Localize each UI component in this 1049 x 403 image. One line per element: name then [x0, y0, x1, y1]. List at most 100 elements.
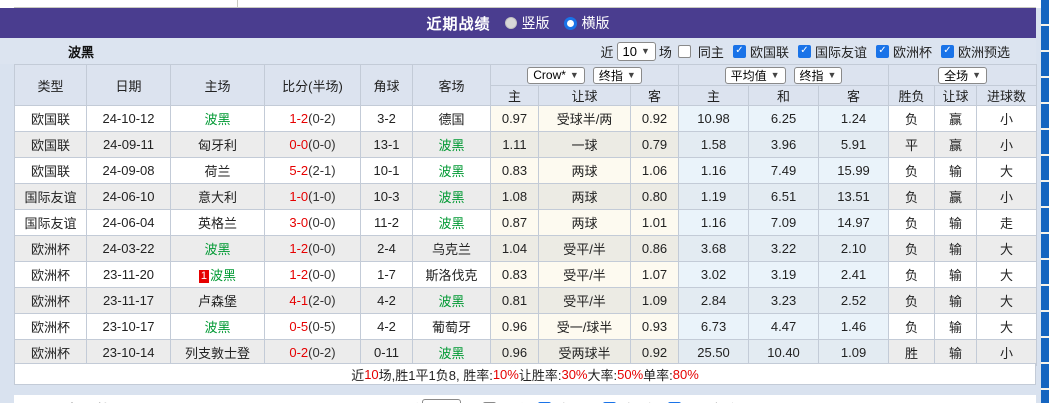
competition-label: 欧洲预选 [958, 42, 1010, 61]
subheader-avg-draw: 和 [749, 86, 819, 106]
cell-date: 23-11-17 [87, 288, 171, 314]
competition-checkbox-euroqual[interactable]: ✓ [941, 45, 954, 58]
match-count-select[interactable]: 10 ▼ [422, 399, 461, 403]
table-row: 欧国联 24-09-11 匈牙利 0-0(0-0) 13-1 波黑 1.11 一… [15, 132, 1037, 158]
header-score: 比分(半场) [265, 65, 361, 106]
competition-label: 欧洲杯 [620, 399, 659, 403]
match-count-select[interactable]: 10 ▼ [617, 42, 656, 61]
cell-score: 1-2(0-0) [265, 262, 361, 288]
cell-type: 欧洲杯 [15, 340, 87, 366]
scope-select[interactable]: 全场 ▼ [938, 67, 987, 84]
cell-handicap: 受平/半 [539, 236, 631, 262]
cell-score: 3-0(0-0) [265, 210, 361, 236]
cell-corner: 2-4 [361, 236, 413, 262]
competition-checkbox-friendly[interactable]: ✓ [798, 45, 811, 58]
competition-label: 欧国联 [750, 42, 789, 61]
cell-corner: 10-1 [361, 158, 413, 184]
cell-wdl: 负 [889, 106, 935, 132]
cell-handicap-result: 输 [935, 288, 977, 314]
cell-avg-away: 13.51 [819, 184, 889, 210]
score-half: (0-0) [308, 137, 335, 152]
header-result-group: 全场 ▼ [889, 65, 1037, 86]
radio-icon[interactable] [564, 17, 577, 30]
clipped-side-links[interactable] [1041, 0, 1049, 403]
average-source-select[interactable]: 平均值 ▼ [725, 67, 786, 84]
chevron-down-icon: ▼ [972, 71, 981, 80]
header-average-group: 平均值 ▼ 终指 ▼ [679, 65, 889, 86]
view-option-vertical[interactable]: 竖版 [505, 13, 550, 33]
cell-goals: 大 [977, 236, 1037, 262]
odds-source-select[interactable]: Crow* ▼ [527, 67, 585, 84]
cell-away: 斯洛伐克 [413, 262, 491, 288]
table-row: 欧洲杯 24-03-22 波黑 1-2(0-0) 2-4 乌克兰 1.04 受平… [15, 236, 1037, 262]
cell-avg-draw: 6.25 [749, 106, 819, 132]
table-row: 国际友谊 24-06-10 意大利 1-0(1-0) 10-3 波黑 1.08 … [15, 184, 1037, 210]
view-option-horizontal[interactable]: 横版 [564, 13, 610, 33]
cell-crow-home: 0.96 [491, 340, 539, 366]
table-row: 欧国联 24-09-08 荷兰 5-2(2-1) 10-1 波黑 0.83 两球… [15, 158, 1037, 184]
cell-avg-draw: 7.09 [749, 210, 819, 236]
competition-checkbox-league[interactable]: ✓ [733, 45, 746, 58]
cell-wdl: 负 [889, 158, 935, 184]
cell-home: 匈牙利 [171, 132, 265, 158]
odds-stage-select[interactable]: 终指 ▼ [593, 67, 642, 84]
radio-icon[interactable] [505, 17, 517, 29]
view-option-label: 横版 [582, 13, 610, 33]
cell-score: 1-2(0-2) [265, 106, 361, 132]
chevron-down-icon: ▼ [641, 47, 650, 56]
cell-score: 0-2(0-2) [265, 340, 361, 366]
cell-type: 欧国联 [15, 132, 87, 158]
section-title: 近期战绩 [426, 13, 490, 34]
table-row: 欧洲杯 23-11-17 卢森堡 4-1(2-0) 4-2 波黑 0.81 受平… [15, 288, 1037, 314]
average-stage-select[interactable]: 终指 ▼ [794, 67, 843, 84]
cell-corner: 4-2 [361, 288, 413, 314]
score-half: (0-5) [308, 319, 335, 334]
cell-corner: 13-1 [361, 132, 413, 158]
table-row: 国际友谊 24-06-04 英格兰 3-0(0-0) 11-2 波黑 0.87 … [15, 210, 1037, 236]
cell-home: 卢森堡 [171, 288, 265, 314]
score-half: (0-2) [308, 111, 335, 126]
table-row: 欧洲杯 23-11-20 1波黑 1-2(0-0) 1-7 斯洛伐克 0.83 … [15, 262, 1037, 288]
results-body: 欧国联 24-10-12 波黑 1-2(0-2) 3-2 德国 0.97 受球半… [15, 106, 1037, 366]
cell-score: 1-0(1-0) [265, 184, 361, 210]
cell-date: 23-10-14 [87, 340, 171, 366]
same-home-checkbox[interactable] [678, 45, 691, 58]
score-half: (0-2) [308, 345, 335, 360]
score-full: 1-2 [289, 241, 308, 256]
home-team: 英格兰 [198, 216, 237, 231]
header-type: 类型 [15, 65, 87, 106]
score-half: (1-0) [308, 189, 335, 204]
competition-checkbox-eurocup[interactable]: ✓ [876, 45, 889, 58]
cell-wdl: 胜 [889, 340, 935, 366]
games-label: 场 [464, 399, 477, 403]
cell-away: 波黑 [413, 340, 491, 366]
cell-home: 波黑 [171, 236, 265, 262]
cell-date: 24-09-08 [87, 158, 171, 184]
next-section-partial: 匈牙利 近 10 ▼ 场 同主 ✓ 欧国联 ✓ 欧洲杯 ✓ 国际友谊 [14, 395, 1036, 403]
subheader-handicap: 让球 [539, 86, 631, 106]
score-full: 0-5 [289, 319, 308, 334]
cell-handicap-result: 输 [935, 262, 977, 288]
cell-away: 波黑 [413, 210, 491, 236]
cell-handicap: 两球 [539, 210, 631, 236]
home-team: 波黑 [204, 242, 230, 257]
cell-score: 1-2(0-0) [265, 236, 361, 262]
subheader-goals: 进球数 [977, 86, 1037, 106]
cell-home: 英格兰 [171, 210, 265, 236]
view-option-label: 竖版 [522, 13, 550, 33]
same-home-label: 同主 [698, 42, 724, 61]
cell-handicap-result: 输 [935, 340, 977, 366]
cell-avg-home: 6.73 [679, 314, 749, 340]
next-section-filter-row: 匈牙利 近 10 ▼ 场 同主 ✓ 欧国联 ✓ 欧洲杯 ✓ 国际友谊 [14, 397, 1036, 403]
filter-row: 波黑 近 10 ▼ 场 同主 ✓ 欧国联 ✓ 国际友谊 ✓ 欧洲杯 ✓ 欧洲预选 [0, 38, 1036, 64]
cell-goals: 大 [977, 262, 1037, 288]
header-date: 日期 [87, 65, 171, 106]
cell-home: 波黑 [171, 106, 265, 132]
cell-corner: 10-3 [361, 184, 413, 210]
header-corner: 角球 [361, 65, 413, 106]
cell-handicap-result: 输 [935, 158, 977, 184]
cell-home: 波黑 [171, 314, 265, 340]
cell-corner: 4-2 [361, 314, 413, 340]
cell-handicap: 受球半/两 [539, 106, 631, 132]
header-home: 主场 [171, 65, 265, 106]
